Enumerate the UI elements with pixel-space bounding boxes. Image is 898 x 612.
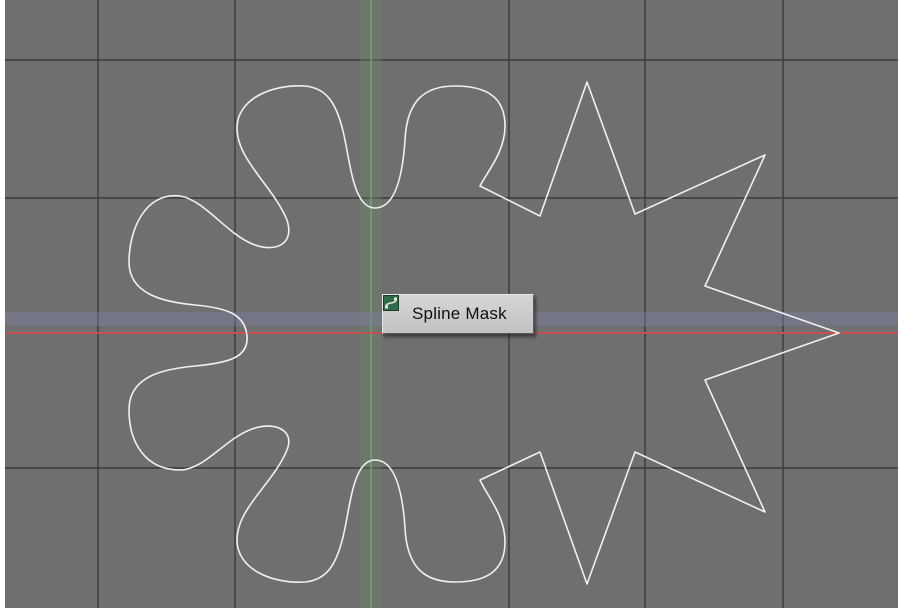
object-label-text: Spline Mask xyxy=(412,304,507,323)
3d-viewport[interactable]: Spline Mask xyxy=(5,0,898,608)
object-label[interactable]: Spline Mask xyxy=(382,294,534,334)
spline-object-icon xyxy=(383,295,404,322)
